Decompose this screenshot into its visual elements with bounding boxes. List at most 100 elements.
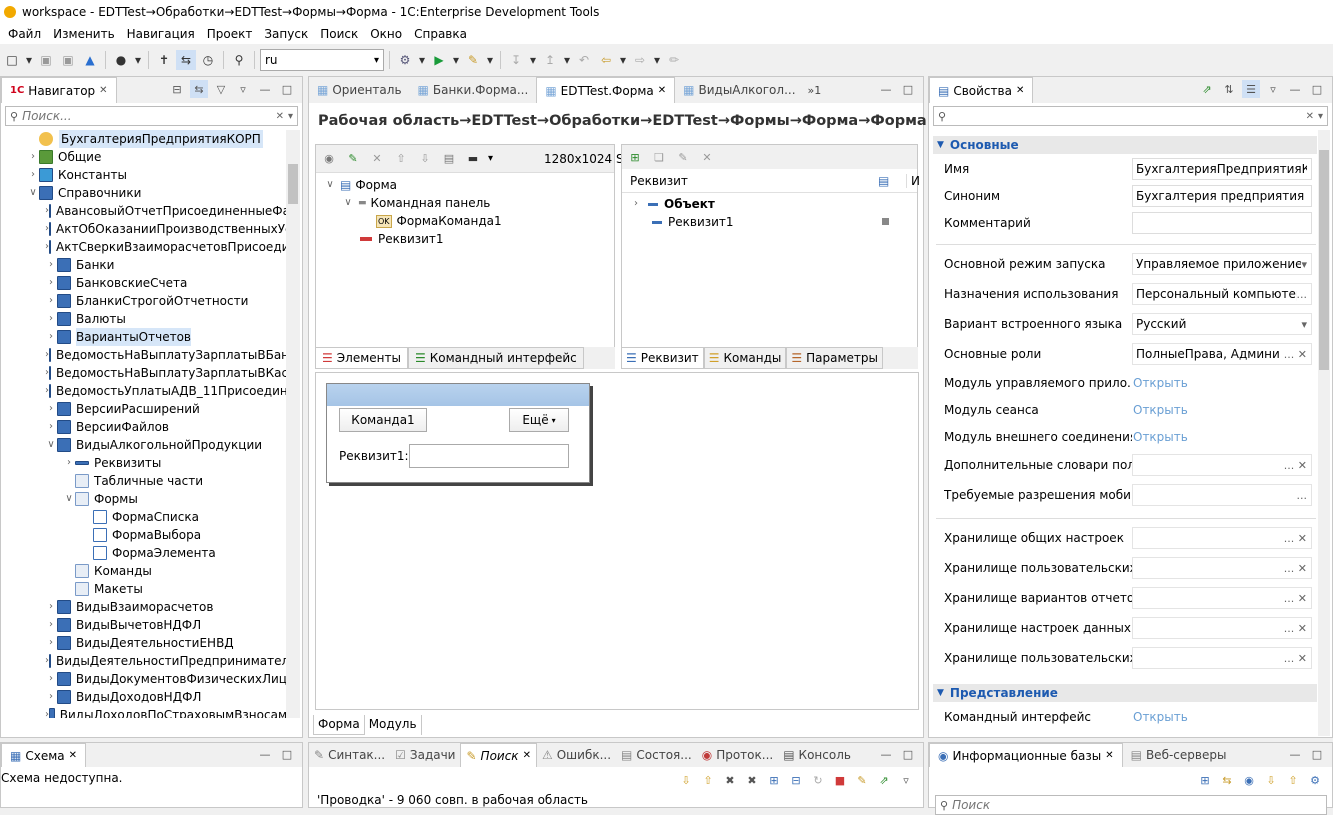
view-menu-icon[interactable]: ▿ xyxy=(897,771,915,789)
menu-project[interactable]: Проект xyxy=(201,27,259,41)
tree-item-form-command[interactable]: OK ФормаКоманда1 xyxy=(316,212,614,230)
tree-item-command-panel[interactable]: ∨ ▬ Командная панель xyxy=(316,194,614,212)
tree-item[interactable]: › ВедомостьНаВыплатуЗарплатыВБанк xyxy=(1,346,287,364)
close-icon[interactable]: ✕ xyxy=(1105,750,1113,761)
pin-view-icon[interactable]: ⇗ xyxy=(1198,80,1216,98)
ellipsis-clear-icon[interactable]: ... ✕ xyxy=(1284,459,1311,472)
remove-all-icon[interactable]: ✖ xyxy=(743,771,761,789)
minimize-icon[interactable]: — xyxy=(256,80,274,98)
edit-icon[interactable]: ✎ xyxy=(344,150,362,168)
form-preview[interactable]: Команда1 Ещё ▾ Реквизит1: xyxy=(326,383,590,483)
tab-tasks[interactable]: ☑ Задачи xyxy=(390,743,460,767)
chevron-right-icon[interactable]: › xyxy=(45,328,57,346)
delete-icon[interactable]: ✕ xyxy=(698,148,716,166)
form-button-more[interactable]: Ещё ▾ xyxy=(509,408,569,432)
view-menu-icon[interactable]: ▿ xyxy=(234,80,252,98)
property-field[interactable]: ... ✕ xyxy=(1132,454,1312,476)
tree-item[interactable]: › ВерсииФайлов xyxy=(1,418,287,436)
next-annotation-icon[interactable]: ↧ xyxy=(506,50,526,70)
expand-arrow[interactable]: ∨ xyxy=(324,176,336,194)
menu-help[interactable]: Справка xyxy=(408,27,473,41)
chevron-down-icon[interactable]: ▾ xyxy=(1301,318,1311,331)
tree-item[interactable]: › ВидыВычетовНДФЛ xyxy=(1,616,287,634)
chevron-right-icon[interactable]: › xyxy=(45,400,57,418)
maximize-icon[interactable]: □ xyxy=(278,745,296,763)
collapse-all-icon[interactable]: ⊟ xyxy=(787,771,805,789)
tree-item[interactable]: › Валюты xyxy=(1,310,287,328)
run-icon[interactable]: ▶ xyxy=(429,50,449,70)
screen-icon[interactable]: ▬ xyxy=(464,150,482,168)
pin-icon[interactable]: ⇗ xyxy=(875,771,893,789)
tree-item[interactable]: › АктОбОказанииПроизводственныхУс xyxy=(1,220,287,238)
menu-file[interactable]: Файл xyxy=(2,27,47,41)
tab-console[interactable]: ▤ Консоль xyxy=(778,743,856,767)
prev-match-icon[interactable]: ⇧ xyxy=(699,771,717,789)
debug-icon[interactable]: ⚙ xyxy=(395,50,415,70)
clear-icon[interactable]: ✕ xyxy=(1306,111,1314,122)
layout-icon[interactable]: ▤ xyxy=(440,150,458,168)
dropdown-icon[interactable]: ▾ xyxy=(417,50,427,70)
tree-item[interactable]: › ВедомостьНаВыплатуЗарплатыВКасс xyxy=(1,364,287,382)
property-field[interactable] xyxy=(1132,212,1312,234)
tab-vidy-alkogol[interactable]: ▦ ВидыАлкогол... xyxy=(675,78,803,102)
tool-icon[interactable]: ✎ xyxy=(463,50,483,70)
categories-icon[interactable]: ☰ xyxy=(1242,80,1260,98)
checkbox-icon[interactable] xyxy=(882,218,889,225)
chevron-right-icon[interactable]: › xyxy=(45,292,57,310)
chevron-down-icon[interactable]: ▾ xyxy=(488,153,493,164)
tree-item[interactable]: › ВидыДокументовФизическихЛиц xyxy=(1,670,287,688)
maximize-icon[interactable]: □ xyxy=(278,80,296,98)
last-edit-icon[interactable]: ↶ xyxy=(574,50,594,70)
maximize-icon[interactable]: □ xyxy=(1308,80,1326,98)
ellipsis-clear-icon[interactable]: ... ✕ xyxy=(1284,348,1311,361)
move-down-icon[interactable]: ⇩ xyxy=(416,150,434,168)
tab-errors[interactable]: ⚠ Ошибк... xyxy=(537,743,616,767)
expand-arrow[interactable]: › xyxy=(630,195,642,213)
form-button-command1[interactable]: Команда1 xyxy=(339,408,427,432)
chevron-right-icon[interactable]: › xyxy=(45,634,57,652)
infobases-search-input[interactable] xyxy=(952,798,1253,812)
tree-item[interactable]: ∨ Формы xyxy=(1,490,287,508)
tree-item[interactable]: › ВариантыОтчетов xyxy=(1,328,287,346)
tree-item[interactable]: › АктСверкиВзаиморасчетовПрисоеди xyxy=(1,238,287,256)
copy-icon[interactable]: ❏ xyxy=(650,148,668,166)
new-icon[interactable]: □ xyxy=(2,50,22,70)
menu-navigate[interactable]: Навигация xyxy=(121,27,201,41)
tree-item[interactable]: Команды xyxy=(1,562,287,580)
tree-item[interactable]: ФормаСписка xyxy=(1,508,287,526)
remove-match-icon[interactable]: ✖ xyxy=(721,771,739,789)
property-field[interactable]: Бухгалтерия предприятия КОРП, редакция 3… xyxy=(1132,185,1312,207)
tree-item[interactable]: › Константы xyxy=(1,166,287,184)
import-icon[interactable]: ⇩ xyxy=(1262,771,1280,789)
section-view[interactable]: ▼ Представление xyxy=(933,684,1317,702)
tree-item[interactable]: › Банки xyxy=(1,256,287,274)
tab-overflow[interactable]: »1 xyxy=(804,78,826,102)
tree-item[interactable]: › ВидыВзаиморасчетов xyxy=(1,598,287,616)
tree-item[interactable]: Табличные части xyxy=(1,472,287,490)
tree-item[interactable]: › Общие xyxy=(1,148,287,166)
back-icon[interactable]: ⇦ xyxy=(596,50,616,70)
resolution-label[interactable]: 1280x1024 SX xyxy=(544,152,632,166)
filter-icon[interactable]: ▽ xyxy=(212,80,230,98)
tab-banki-forma[interactable]: ▦ Банки.Форма... xyxy=(410,78,537,102)
export-icon[interactable]: ⇧ xyxy=(1284,771,1302,789)
tab-elements[interactable]: ☰ Элементы xyxy=(315,347,408,369)
chevron-right-icon[interactable]: › xyxy=(45,418,57,436)
ellipsis-icon[interactable]: ... xyxy=(1297,288,1312,301)
close-icon[interactable]: ✕ xyxy=(523,750,531,761)
columns-icon[interactable]: ▤ xyxy=(878,174,889,188)
pen-icon[interactable]: ✏ xyxy=(664,50,684,70)
close-icon[interactable]: ✕ xyxy=(658,85,666,96)
menu-window[interactable]: Окно xyxy=(364,27,408,41)
chevron-down-icon[interactable]: ▾ xyxy=(1301,258,1311,271)
open-link[interactable]: Открыть xyxy=(1133,403,1188,417)
maximize-icon[interactable]: □ xyxy=(899,745,917,763)
sync-icon[interactable]: ⇆ xyxy=(176,50,196,70)
close-icon[interactable]: ✕ xyxy=(99,85,107,96)
stop-icon[interactable]: ■ xyxy=(831,771,849,789)
chevron-right-icon[interactable]: › xyxy=(27,166,39,184)
save-all-icon[interactable]: ▣ xyxy=(58,50,78,70)
tab-navigator[interactable]: 1C Навигатор ✕ xyxy=(1,77,117,103)
settings-icon[interactable]: ⚙ xyxy=(1306,771,1324,789)
menu-search[interactable]: Поиск xyxy=(314,27,364,41)
